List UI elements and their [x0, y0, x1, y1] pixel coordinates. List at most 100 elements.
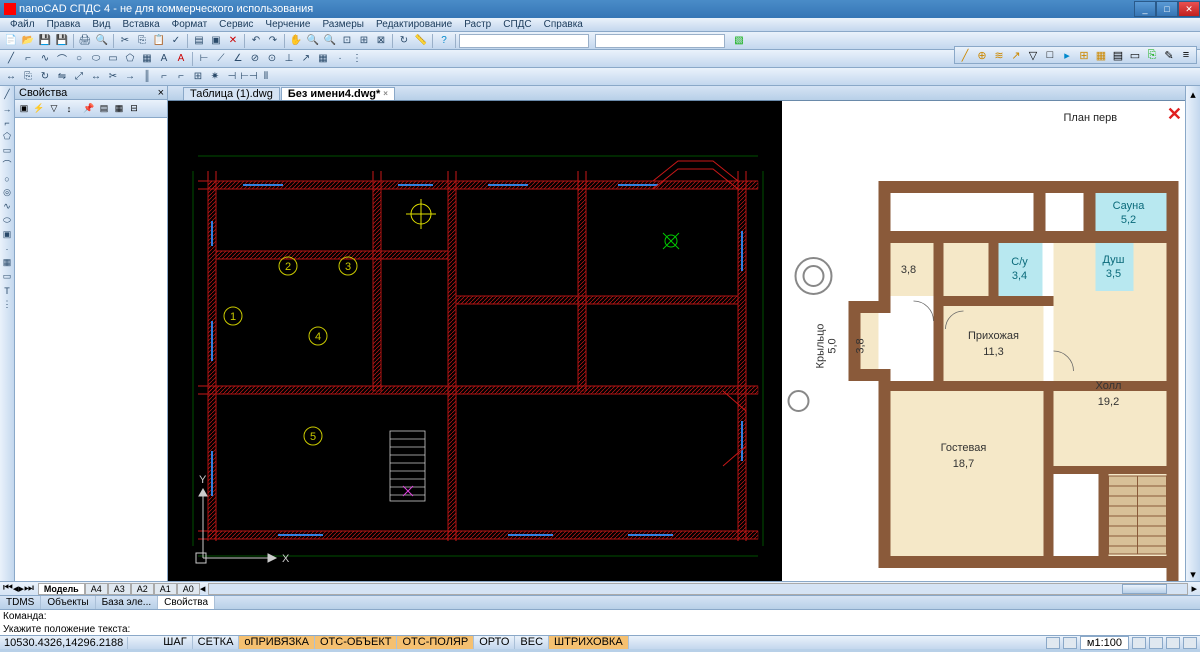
layout-tab-a4[interactable]: A4	[85, 583, 108, 595]
tab-drawing-2[interactable]: Без имени4.dwg* ×	[281, 87, 395, 100]
status-lock-icon[interactable]	[1063, 637, 1077, 649]
prop-tree-icon[interactable]: ⊟	[127, 102, 141, 116]
vtool-region-icon[interactable]: ▭	[1, 270, 14, 283]
spds-mark-icon[interactable]: □	[1042, 47, 1058, 63]
spds-wall-icon[interactable]: ╱	[957, 47, 973, 63]
prop-quick-icon[interactable]: ⚡	[32, 102, 46, 116]
menu-spds[interactable]: СПДС	[497, 18, 537, 31]
save-icon[interactable]: 💾	[37, 33, 53, 49]
zoom-window-icon[interactable]: ⊡	[339, 33, 355, 49]
cut-icon[interactable]: ✂	[117, 33, 133, 49]
prop-pin-icon[interactable]: 📌	[82, 102, 96, 116]
table-icon[interactable]: ▦	[315, 51, 331, 67]
menu-help[interactable]: Справка	[538, 18, 589, 31]
floorplan-canvas[interactable]: ✕ План перв	[782, 101, 1185, 581]
layers-icon[interactable]: ▤	[191, 33, 207, 49]
vtool-more-icon[interactable]: ⋮	[1, 298, 14, 311]
arc-icon[interactable]: ⌒	[54, 51, 70, 67]
status-layer-icon[interactable]	[1046, 637, 1060, 649]
explode-icon[interactable]: ✷	[207, 69, 223, 85]
menu-format[interactable]: Формат	[166, 18, 214, 31]
dim-align-icon[interactable]: ⟋	[213, 51, 229, 67]
redo-icon[interactable]: ↷	[265, 33, 281, 49]
vtool-circle-icon[interactable]: ○	[1, 172, 14, 185]
extend-icon[interactable]: →	[122, 69, 138, 85]
menu-edit[interactable]: Правка	[41, 18, 87, 31]
prop-select-icon[interactable]: ▣	[17, 102, 31, 116]
status-ortho[interactable]: ОРТО	[474, 636, 515, 649]
tab-objects[interactable]: Объекты	[41, 596, 95, 609]
vtool-ray-icon[interactable]: →	[1, 102, 14, 115]
status-otrack-polar[interactable]: ОТС-ПОЛЯР	[397, 636, 474, 649]
stretch-icon[interactable]: ↔	[88, 69, 104, 85]
vtool-poly-icon[interactable]: ⬠	[1, 130, 14, 143]
open-icon[interactable]: 📂	[20, 33, 36, 49]
spds-note-icon[interactable]: ↗	[1008, 47, 1024, 63]
move-icon[interactable]: ↔	[3, 69, 19, 85]
spds-hatch-icon[interactable]: ▦	[1093, 47, 1109, 63]
zoom-out-icon[interactable]: 🔍	[322, 33, 338, 49]
join-icon[interactable]: ⊢⊣	[241, 69, 257, 85]
menu-insert[interactable]: Вставка	[116, 18, 165, 31]
help-icon[interactable]: ?	[436, 33, 452, 49]
mirror-icon[interactable]: ⇋	[54, 69, 70, 85]
tab-close-icon[interactable]: ×	[383, 88, 388, 100]
line-icon[interactable]: ╱	[3, 51, 19, 67]
status-scale[interactable]: м1:100	[1080, 636, 1129, 650]
status-i3-icon[interactable]	[1166, 637, 1180, 649]
status-i2-icon[interactable]	[1149, 637, 1163, 649]
menu-raster[interactable]: Растр	[458, 18, 497, 31]
status-hatch[interactable]: ШТРИХОВКА	[549, 636, 629, 649]
copy-icon[interactable]: ⎘	[134, 33, 150, 49]
polyline-icon[interactable]: ⌐	[20, 51, 36, 67]
maximize-button[interactable]: □	[1156, 1, 1178, 17]
mtext-icon[interactable]: A	[173, 51, 189, 67]
divide-icon[interactable]: ⋮	[349, 51, 365, 67]
erase-icon[interactable]: ✕	[225, 33, 241, 49]
scroll-right-icon[interactable]: ▸	[1191, 582, 1197, 595]
spds-weld-icon[interactable]: ▸	[1059, 47, 1075, 63]
prop-list-icon[interactable]: ▤	[97, 102, 111, 116]
tab-base[interactable]: База эле...	[96, 596, 159, 609]
prop-sort-icon[interactable]: ↕	[62, 102, 76, 116]
vtool-pline-icon[interactable]: ⌐	[1, 116, 14, 129]
layout-tab-a0[interactable]: A0	[177, 583, 200, 595]
tab-first-icon[interactable]: ⏮	[3, 582, 13, 595]
menu-view[interactable]: Вид	[86, 18, 116, 31]
offset-icon[interactable]: ║	[139, 69, 155, 85]
vtool-ellipse-icon[interactable]: ⬭	[1, 214, 14, 227]
command-input-1[interactable]	[459, 34, 589, 48]
status-snap[interactable]: ШАГ	[158, 636, 192, 649]
new-icon[interactable]: 📄	[3, 33, 19, 49]
scale-icon[interactable]: ⤢	[71, 69, 87, 85]
match-icon[interactable]: ✓	[168, 33, 184, 49]
trim-icon[interactable]: ✂	[105, 69, 121, 85]
command-input-2[interactable]	[595, 34, 725, 48]
menu-service[interactable]: Сервис	[213, 18, 259, 31]
spds-break-icon[interactable]: ≋	[991, 47, 1007, 63]
vtool-text-icon[interactable]: T	[1, 284, 14, 297]
leader-icon[interactable]: ↗	[298, 51, 314, 67]
layout-tab-a2[interactable]: A2	[131, 583, 154, 595]
print-icon[interactable]: 🖨	[77, 33, 93, 49]
tab-tdms[interactable]: TDMS	[0, 596, 41, 609]
saveall-icon[interactable]: 💾	[54, 33, 70, 49]
chamfer-icon[interactable]: ⌐	[173, 69, 189, 85]
spds-level-icon[interactable]: ▽	[1025, 47, 1041, 63]
preview-icon[interactable]: 🔍	[94, 33, 110, 49]
tab-drawing-1[interactable]: Таблица (1).dwg	[183, 87, 280, 100]
ellipse-icon[interactable]: ⬭	[88, 51, 104, 67]
close-button[interactable]: ✕	[1178, 1, 1200, 17]
status-i1-icon[interactable]	[1132, 637, 1146, 649]
vtool-line-icon[interactable]: ╱	[1, 88, 14, 101]
vtool-pt-icon[interactable]: ·	[1, 242, 14, 255]
horizontal-scrollbar[interactable]: ◂ ▸	[200, 582, 1200, 595]
minimize-button[interactable]: _	[1134, 1, 1156, 17]
zoom-all-icon[interactable]: ⊠	[373, 33, 389, 49]
layout-tab-a3[interactable]: A3	[108, 583, 131, 595]
style-icon[interactable]: ▧	[731, 33, 747, 49]
tab-properties[interactable]: Свойства	[158, 596, 215, 609]
vtool-rect-icon[interactable]: ▭	[1, 144, 14, 157]
status-lweight[interactable]: ВЕС	[515, 636, 549, 649]
polygon-icon[interactable]: ⬠	[122, 51, 138, 67]
